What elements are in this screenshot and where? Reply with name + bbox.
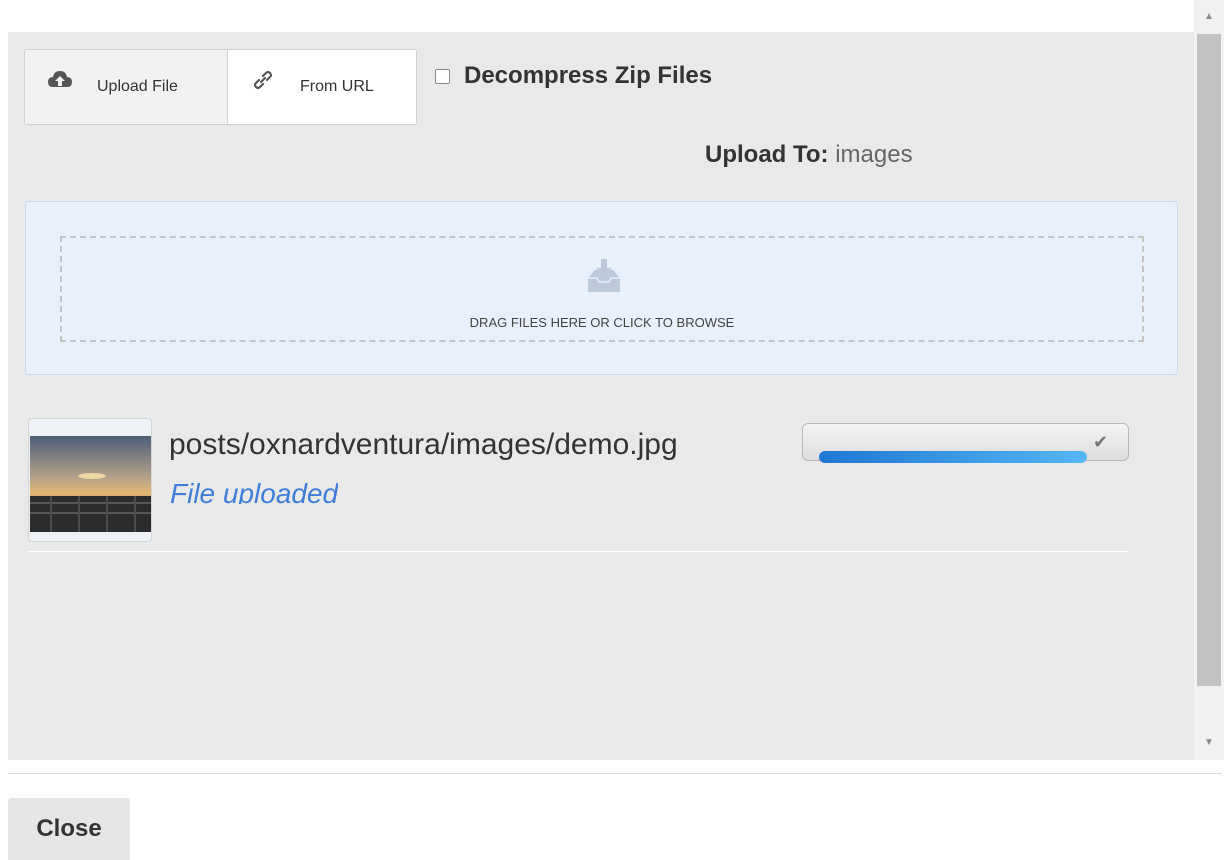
dropzone: DRAG FILES HERE OR CLICK TO BROWSE xyxy=(25,201,1178,375)
decompress-option: Decompress Zip Files xyxy=(435,62,712,90)
upload-panel xyxy=(8,32,1194,760)
decompress-checkbox[interactable] xyxy=(435,68,450,84)
dropzone-target[interactable]: DRAG FILES HERE OR CLICK TO BROWSE xyxy=(60,236,1144,342)
scroll-down-arrow-icon[interactable]: ▼ xyxy=(1202,736,1216,750)
link-icon xyxy=(250,67,276,93)
upload-destination: Upload To: images xyxy=(705,141,913,169)
cloud-upload-icon xyxy=(47,67,73,93)
tab-from-url-label: From URL xyxy=(300,78,374,95)
tab-upload-file[interactable]: Upload File xyxy=(25,50,228,124)
file-status: File uploaded xyxy=(170,478,339,504)
upload-progress-fill xyxy=(819,451,1087,463)
file-path: posts/oxnardventura/images/demo.jpg xyxy=(169,428,678,461)
upload-to-value: images xyxy=(828,141,913,168)
close-button[interactable]: Close xyxy=(8,798,130,860)
scrollbar-thumb[interactable] xyxy=(1197,34,1221,686)
upload-progress-bar: ✔ xyxy=(802,423,1129,463)
checkmark-icon: ✔ xyxy=(1093,432,1109,452)
vertical-scrollbar[interactable]: ▲ ▼ xyxy=(1194,0,1224,760)
upload-source-tabs: Upload File From URL xyxy=(24,49,417,125)
file-thumbnail xyxy=(28,418,152,542)
inbox-download-icon xyxy=(584,256,624,296)
scroll-up-arrow-icon[interactable]: ▲ xyxy=(1202,10,1216,24)
footer-divider xyxy=(8,773,1222,774)
file-row-divider xyxy=(28,551,1129,552)
tab-upload-file-label: Upload File xyxy=(97,78,178,95)
decompress-label[interactable]: Decompress Zip Files xyxy=(464,62,712,90)
tab-from-url[interactable]: From URL xyxy=(228,50,416,124)
dropzone-text: DRAG FILES HERE OR CLICK TO BROWSE xyxy=(469,315,735,330)
upload-to-label: Upload To: xyxy=(705,141,829,168)
